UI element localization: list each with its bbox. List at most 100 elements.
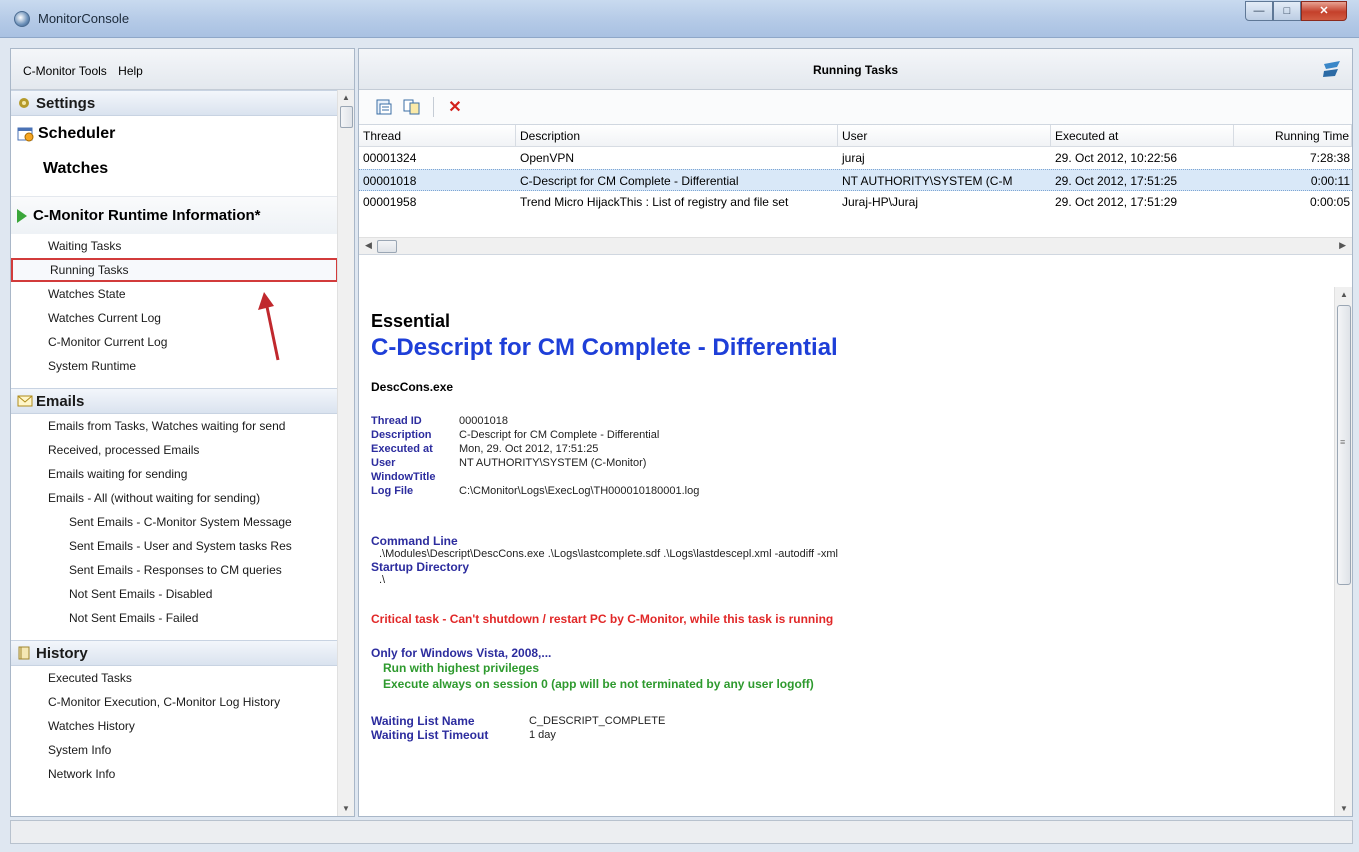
history-label: History <box>36 644 88 662</box>
table-horizontal-scrollbar[interactable]: ◀ ▶ <box>359 237 1352 254</box>
col-user[interactable]: User <box>838 125 1051 146</box>
panel-title: Running Tasks <box>812 63 899 77</box>
command-line-label: Command Line <box>371 534 458 548</box>
copy-icon <box>403 99 420 115</box>
panel-header: Running Tasks <box>359 49 1352 90</box>
nav-sent-system[interactable]: Sent Emails - C-Monitor System Message <box>11 510 338 534</box>
kill-task-button[interactable]: ✕ <box>444 96 466 118</box>
app-icon <box>14 11 30 27</box>
startup-dir-label: Startup Directory <box>371 560 470 574</box>
detail-scrollbar[interactable]: ▲ ≡ ▼ <box>1334 287 1352 816</box>
nav-network-info[interactable]: Network Info <box>11 762 338 786</box>
settings-label: Settings <box>36 94 96 112</box>
nav-received-emails[interactable]: Received, processed Emails <box>11 438 338 462</box>
scroll-down-icon[interactable]: ▼ <box>342 804 350 813</box>
section-emails[interactable]: Emails <box>11 388 338 414</box>
cell-executed-at: 29. Oct 2012, 17:51:29 <box>1055 195 1178 209</box>
nav-cmonitor-current-log[interactable]: C-Monitor Current Log <box>11 330 338 354</box>
nav-executed-tasks[interactable]: Executed Tasks <box>11 666 338 690</box>
table-row-selected[interactable]: 00001018 C-Descript for CM Complete - Di… <box>359 169 1352 191</box>
window-controls: — □ ✕ <box>1245 1 1347 21</box>
delete-icon: ✕ <box>448 99 462 116</box>
nav-watches[interactable]: Watches <box>11 151 338 186</box>
scheduler-label: Scheduler <box>38 124 116 142</box>
maximize-button[interactable]: □ <box>1273 1 1301 21</box>
nav-not-sent-failed[interactable]: Not Sent Emails - Failed <box>11 606 338 630</box>
menu-bar: C-Monitor Tools Help <box>11 49 354 90</box>
nav-emails-waiting-send[interactable]: Emails from Tasks, Watches waiting for s… <box>11 414 338 438</box>
cell-description: OpenVPN <box>520 151 575 165</box>
section-history[interactable]: History <box>11 640 338 666</box>
startup-dir-value: .\ <box>379 574 386 586</box>
field-thread-id: Thread ID 00001018 <box>371 415 508 427</box>
cell-executed-at: 29. Oct 2012, 10:22:56 <box>1055 151 1178 165</box>
field-waiting-list-name: Waiting List Name C_DESCRIPT_COMPLETE <box>371 714 666 728</box>
col-executed-at[interactable]: Executed at <box>1051 125 1234 146</box>
cell-thread: 00001018 <box>363 174 417 188</box>
detail-fields: Thread ID 00001018 Description C-Descript … <box>371 414 1334 498</box>
cell-user: Juraj-HP\Juraj <box>842 195 919 209</box>
cell-running-time: 0:00:11 <box>1310 174 1350 188</box>
detail-section-title: Essential <box>371 311 451 331</box>
vista-label: Only for Windows Vista, 2008,... <box>371 646 552 660</box>
field-description: Description C-Descript for CM Complete - … <box>371 429 660 441</box>
scroll-thumb[interactable] <box>340 106 353 128</box>
nav-cmonitor-log-history[interactable]: C-Monitor Execution, C-Monitor Log Histo… <box>11 690 338 714</box>
detail-exe-name: DescCons.exe <box>371 380 454 394</box>
cell-user: juraj <box>842 151 865 165</box>
nav-not-sent-disabled[interactable]: Not Sent Emails - Disabled <box>11 582 338 606</box>
task-detail-view: Essential C-Descript for CM Complete - D… <box>359 287 1334 816</box>
table-row[interactable]: 00001324 OpenVPN juraj 29. Oct 2012, 10:… <box>359 147 1352 169</box>
scroll-up-icon[interactable]: ▲ <box>1340 290 1348 299</box>
sidebar-scrollbar[interactable]: ▲ ▼ <box>337 90 354 816</box>
nav-system-info[interactable]: System Info <box>11 738 338 762</box>
vista-highest-privileges: Run with highest privileges <box>383 661 540 675</box>
export-button[interactable] <box>373 96 395 118</box>
nav-emails-all[interactable]: Emails - All (without waiting for sendin… <box>11 486 338 510</box>
field-waiting-list-timeout: Waiting List Timeout 1 day <box>371 728 556 742</box>
col-thread[interactable]: Thread <box>359 125 516 146</box>
command-line-value: .\Modules\Descript\DescCons.exe .\Logs\l… <box>379 548 838 560</box>
cell-description: Trend Micro HijackThis : List of registr… <box>520 195 789 209</box>
scroll-right-icon[interactable]: ▶ <box>1339 240 1346 251</box>
scroll-down-icon[interactable]: ▼ <box>1340 804 1348 813</box>
play-icon <box>17 208 27 223</box>
gear-icon <box>17 96 31 110</box>
section-settings[interactable]: Settings <box>11 90 338 116</box>
menu-cmonitor-tools[interactable]: C-Monitor Tools <box>23 64 107 78</box>
nav-waiting-tasks[interactable]: Waiting Tasks <box>11 234 338 258</box>
field-log-file: Log File C:\CMonitor\Logs\ExecLog\TH00001… <box>371 485 700 497</box>
scroll-up-icon[interactable]: ▲ <box>342 93 350 102</box>
cell-description: C-Descript for CM Complete - Differentia… <box>520 174 739 188</box>
scroll-thumb[interactable] <box>377 240 397 253</box>
nav-running-tasks[interactable]: Running Tasks <box>11 258 338 282</box>
nav-watches-current-log[interactable]: Watches Current Log <box>11 306 338 330</box>
col-description[interactable]: Description <box>516 125 838 146</box>
nav-watches-history[interactable]: Watches History <box>11 714 338 738</box>
table-row[interactable]: 00001958 Trend Micro HijackThis : List o… <box>359 191 1352 213</box>
cell-running-time: 7:28:38 <box>1309 151 1350 165</box>
table-header: Thread Description User Executed at Runn… <box>359 125 1352 147</box>
scroll-left-icon[interactable]: ◀ <box>365 240 372 251</box>
menu-help[interactable]: Help <box>118 64 143 78</box>
col-running-time[interactable]: Running Time <box>1234 125 1352 146</box>
nav-watches-state[interactable]: Watches State <box>11 282 338 306</box>
status-bar <box>10 820 1353 844</box>
nav-sent-cm-queries[interactable]: Sent Emails - Responses to CM queries <box>11 558 338 582</box>
title-bar: MonitorConsole — □ ✕ <box>0 0 1359 38</box>
nav-emails-waiting[interactable]: Emails waiting for sending <box>11 462 338 486</box>
nav-system-runtime[interactable]: System Runtime <box>11 354 338 378</box>
running-tasks-table: Thread Description User Executed at Runn… <box>359 125 1352 255</box>
section-runtime[interactable]: C-Monitor Runtime Information* <box>11 196 338 234</box>
field-window-title: WindowTitle <box>371 471 436 483</box>
detail-task-title: C-Descript for CM Complete - Differentia… <box>371 334 838 361</box>
cell-user: NT AUTHORITY\SYSTEM (C-M <box>842 174 1013 188</box>
close-button[interactable]: ✕ <box>1301 1 1347 21</box>
nav-sent-user-system[interactable]: Sent Emails - User and System tasks Res <box>11 534 338 558</box>
cell-thread: 00001958 <box>363 195 417 209</box>
emails-label: Emails <box>36 392 85 410</box>
minimize-button[interactable]: — <box>1245 1 1273 21</box>
nav-scheduler[interactable]: Scheduler <box>11 116 338 151</box>
cell-thread: 00001324 <box>363 151 417 165</box>
copy-button[interactable] <box>401 96 423 118</box>
